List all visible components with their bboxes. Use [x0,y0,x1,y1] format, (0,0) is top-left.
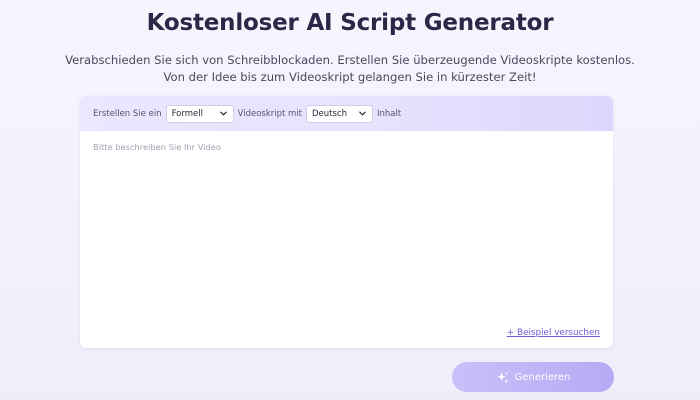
script-generator-card: Erstellen Sie ein Formell Videoskript mi… [80,96,613,348]
format-select-value: Formell [171,108,203,119]
chevron-down-icon [359,111,366,116]
generate-button[interactable]: Generieren [452,362,614,392]
middle-label: Videoskript mit [237,108,303,119]
description-placeholder: Bitte beschreiben Sie Ihr Video [93,142,221,152]
page-title: Kostenloser AI Script Generator [146,10,554,36]
subtitle-line-1: Verabschieden Sie sich von Schreibblocka… [65,53,635,67]
chevron-down-icon [219,111,227,116]
video-description-input[interactable]: Bitte beschreiben Sie Ihr Video [80,131,613,348]
sparkle-icon [496,371,508,383]
generate-button-label: Generieren [514,371,571,383]
options-bar: Erstellen Sie ein Formell Videoskript mi… [80,96,613,131]
page-subtitle: Verabschieden Sie sich von Schreibblocka… [0,52,700,86]
prefix-label: Erstellen Sie ein [93,108,162,119]
language-select-value: Deutsch [312,108,347,119]
subtitle-line-2: Von der Idee bis zum Videoskript gelange… [163,70,537,84]
suffix-label: Inhalt [377,108,402,119]
try-example-link[interactable]: + Beispiel versuchen [507,328,600,338]
page: Kostenloser AI Script Generator Verabsch… [0,0,700,400]
format-select[interactable]: Formell [165,104,234,123]
language-select[interactable]: Deutsch [306,104,374,123]
